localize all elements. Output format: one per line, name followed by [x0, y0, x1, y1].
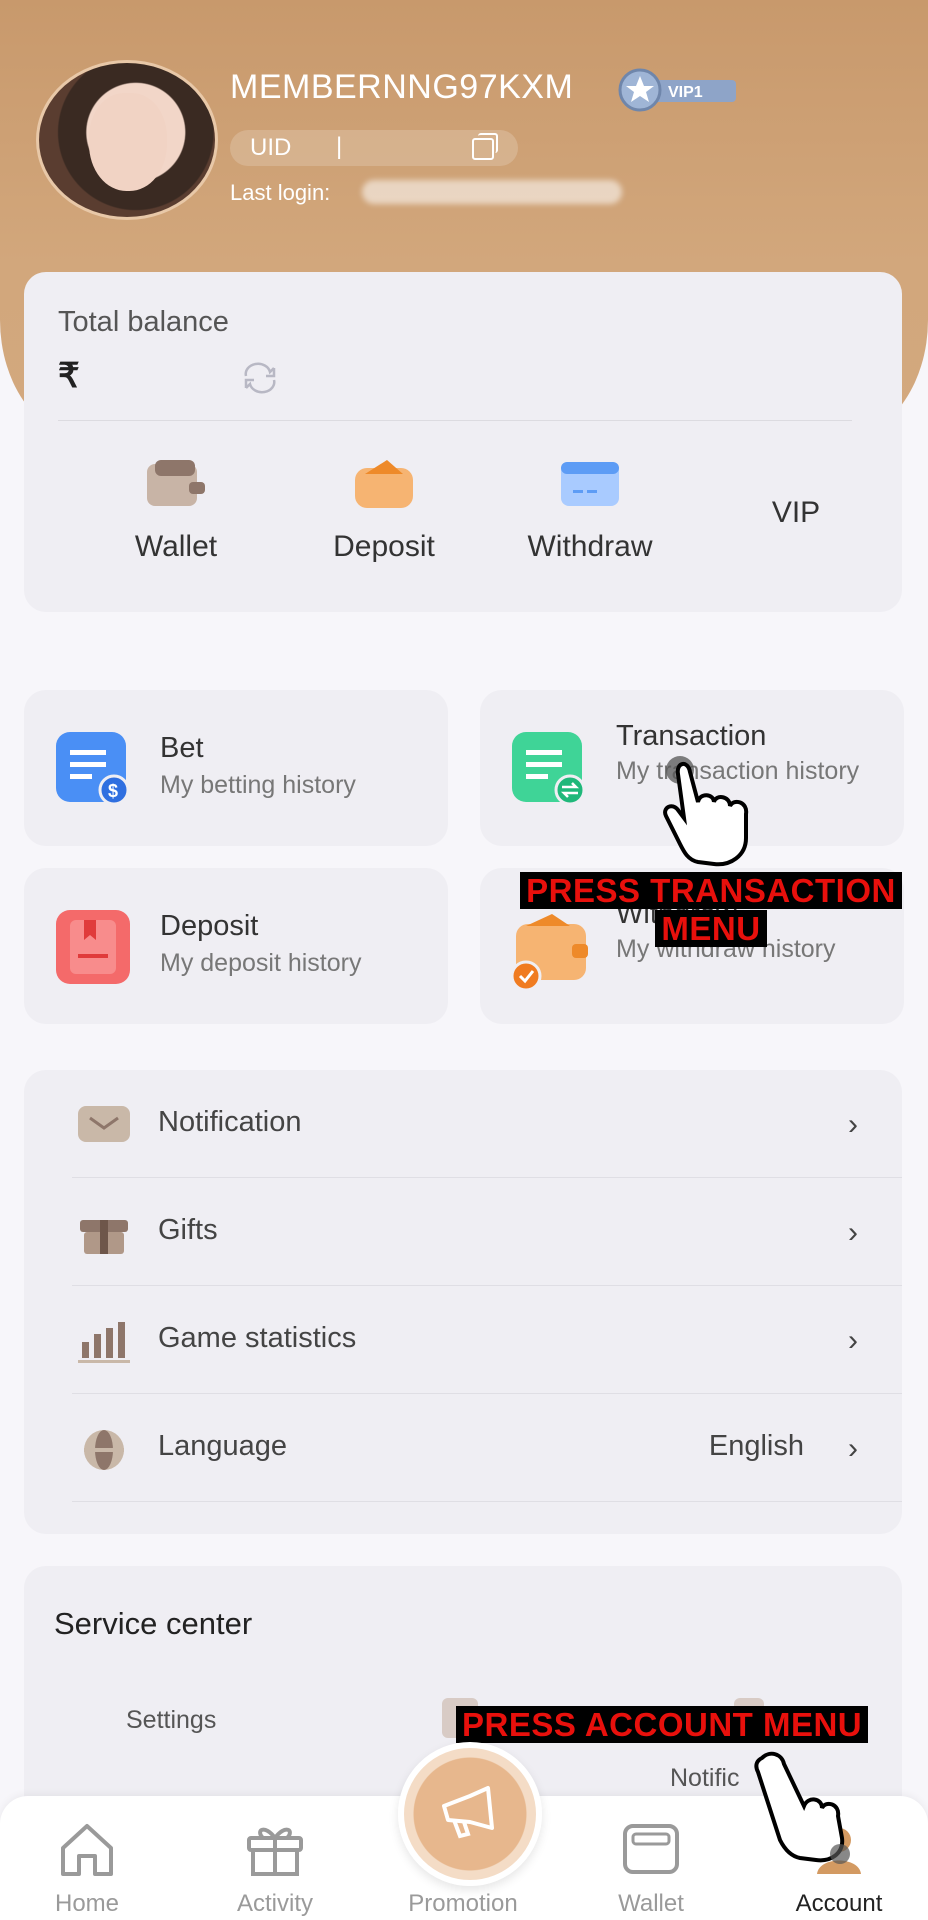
- menu-label: Notification: [158, 1106, 302, 1138]
- tab-label: Account: [795, 1890, 883, 1917]
- quick-action-label: Wallet: [134, 530, 218, 563]
- chevron-right-icon: ›: [848, 1324, 858, 1357]
- service-center-title: Service center: [54, 1606, 253, 1641]
- bet-history-subtitle: My betting history: [160, 771, 356, 799]
- total-balance-label: Total balance: [58, 306, 229, 338]
- pointing-hand-icon: [658, 752, 768, 872]
- language-value: English: [708, 1430, 804, 1462]
- quick-action-deposit[interactable]: Deposit: [294, 458, 474, 564]
- transaction-history-title: Transaction: [616, 720, 767, 752]
- press-account-callout: PRESS ACCOUNT MENU: [456, 1706, 869, 1744]
- deposit-icon: [353, 458, 415, 510]
- quick-action-label: Deposit: [333, 530, 435, 563]
- copy-icon[interactable]: [472, 133, 498, 160]
- service-notification[interactable]: Notific: [670, 1764, 739, 1793]
- uid-pill: UID |: [230, 130, 518, 166]
- refresh-icon[interactable]: [240, 362, 280, 394]
- chevron-right-icon: ›: [848, 1216, 858, 1249]
- gift-icon: [245, 1820, 305, 1878]
- chevron-right-icon: ›: [848, 1108, 858, 1141]
- menu-item-game-statistics[interactable]: Game statistics ›: [48, 1286, 902, 1394]
- last-login-label: Last login:: [230, 180, 331, 205]
- balance-divider: [58, 420, 852, 421]
- withdraw-icon: [559, 458, 621, 510]
- avatar[interactable]: [36, 60, 218, 220]
- globe-icon: [78, 1428, 130, 1470]
- quick-action-wallet[interactable]: Wallet: [86, 458, 266, 564]
- deposit-history-subtitle: My deposit history: [160, 949, 362, 977]
- press-transaction-callout: PRESS TRANSACTION MENU: [496, 872, 926, 948]
- tab-label: Home: [54, 1890, 120, 1917]
- tab-activity[interactable]: Activity: [190, 1796, 360, 1920]
- quick-action-vip[interactable]: VIP: [706, 458, 886, 530]
- quick-action-label: VIP: [771, 496, 821, 529]
- last-login-value-blurred: [362, 180, 622, 204]
- tab-label: Activity: [236, 1890, 313, 1917]
- settings-menu-card: Notification › Gifts › Game statistics ›…: [24, 1070, 902, 1534]
- bet-icon: $: [56, 732, 130, 806]
- callout-line-2: MENU: [655, 910, 767, 947]
- quick-action-label: Withdraw: [527, 530, 653, 563]
- row-divider: [72, 1501, 902, 1502]
- quick-action-withdraw[interactable]: Withdraw: [500, 458, 680, 564]
- deposit-history-title: Deposit: [160, 910, 259, 942]
- callout-text: PRESS ACCOUNT MENU: [456, 1706, 869, 1743]
- megaphone-icon: [436, 1784, 504, 1844]
- wallet-icon: [145, 458, 207, 510]
- svg-text:$: $: [108, 781, 118, 801]
- envelope-icon: [78, 1104, 130, 1144]
- avatar-face: [89, 93, 167, 191]
- menu-label: Game statistics: [158, 1322, 357, 1354]
- chevron-right-icon: ›: [848, 1432, 858, 1465]
- deposit-history-icon: [56, 910, 130, 984]
- gift-icon: [78, 1212, 130, 1254]
- transaction-icon: [512, 732, 586, 806]
- currency-symbol: ₹: [58, 357, 80, 395]
- vip-badge-text: VIP1: [668, 84, 703, 101]
- tab-label: Wallet: [618, 1890, 684, 1917]
- bet-history-title: Bet: [160, 732, 204, 764]
- menu-item-language[interactable]: Language English ›: [48, 1394, 902, 1502]
- uid-label: UID: [250, 134, 292, 161]
- vip-badge: VIP1: [616, 68, 740, 112]
- menu-label: Gifts: [158, 1214, 218, 1246]
- wallet-icon: [621, 1820, 681, 1878]
- home-icon: [57, 1820, 117, 1878]
- promotion-button[interactable]: [398, 1742, 542, 1886]
- menu-item-notification[interactable]: Notification ›: [48, 1070, 902, 1178]
- bet-history-card[interactable]: $ Bet My betting history: [24, 690, 448, 846]
- menu-item-gifts[interactable]: Gifts ›: [48, 1178, 902, 1286]
- tab-wallet[interactable]: Wallet: [566, 1796, 736, 1920]
- tab-label: Promotion: [408, 1890, 518, 1917]
- bar-chart-icon: [78, 1320, 130, 1363]
- balance-card: Total balance ₹ Wallet Deposit Withdraw …: [24, 272, 902, 612]
- uid-separator: |: [336, 133, 343, 160]
- pointing-hand-icon: [752, 1746, 862, 1866]
- callout-line-1: PRESS TRANSACTION: [520, 872, 902, 909]
- service-settings[interactable]: Settings: [126, 1706, 216, 1735]
- deposit-history-card[interactable]: Deposit My deposit history: [24, 868, 448, 1024]
- tab-home[interactable]: Home: [2, 1796, 172, 1920]
- username: MEMBERNNG97KXM: [230, 68, 574, 106]
- menu-label: Language: [158, 1430, 288, 1462]
